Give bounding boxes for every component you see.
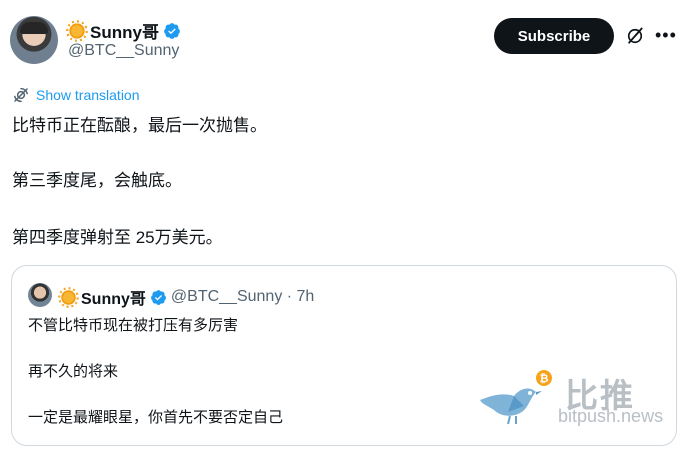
verified-badge-icon (164, 22, 180, 39)
quoted-author-avatar[interactable] (28, 283, 52, 307)
subscribe-button[interactable]: Subscribe (494, 18, 614, 54)
tweet-text-line: 第四季度弹射至 25万美元。 (12, 228, 223, 247)
show-translation-label[interactable]: Show translation (36, 87, 140, 103)
sun-icon (60, 288, 77, 306)
svg-text:₿: ₿ (540, 372, 549, 385)
translate-icon (14, 87, 28, 103)
sun-icon (68, 21, 86, 40)
verified-badge-icon (150, 289, 166, 305)
grok-icon[interactable] (625, 26, 645, 46)
quoted-author-display-name[interactable]: Sunny哥 (81, 285, 146, 309)
author-display-name[interactable]: Sunny哥 (90, 18, 159, 43)
tweet-text-line: 比特币正在酝酿，最后一次抛售。 (12, 116, 267, 135)
quoted-author-row[interactable]: Sunny哥 @BTC__Sunny · 7h (60, 285, 314, 309)
watermark-domain-text: bitpush.news (558, 406, 664, 426)
quoted-tweet-card[interactable]: Sunny哥 @BTC__Sunny · 7h 不管比特币现在被打压有多厉害 再… (11, 265, 677, 446)
quoted-text-line: 再不久的将来 (28, 363, 119, 380)
author-handle[interactable]: @BTC__Sunny (68, 42, 179, 60)
show-translation-link[interactable]: Show translation (12, 86, 140, 104)
quoted-text-line: 一定是最耀眼星，你首先不要否定自己 (28, 409, 284, 426)
more-options-icon[interactable]: ••• (655, 25, 677, 45)
author-name-row[interactable]: Sunny哥 (68, 18, 181, 43)
author-avatar[interactable] (10, 16, 58, 64)
tweet-text-line: 第三季度尾，会触底。 (12, 171, 182, 190)
tweet-header: Sunny哥 @BTC__Sunny Subscribe ••• (0, 0, 700, 80)
quoted-text-line: 不管比特币现在被打压有多厉害 (28, 317, 239, 334)
quoted-author-handle-time[interactable]: @BTC__Sunny · 7h (171, 288, 314, 306)
bitpush-watermark: ₿ 比推 bitpush.news (472, 366, 676, 436)
bird-logo-icon: ₿ (480, 370, 552, 425)
